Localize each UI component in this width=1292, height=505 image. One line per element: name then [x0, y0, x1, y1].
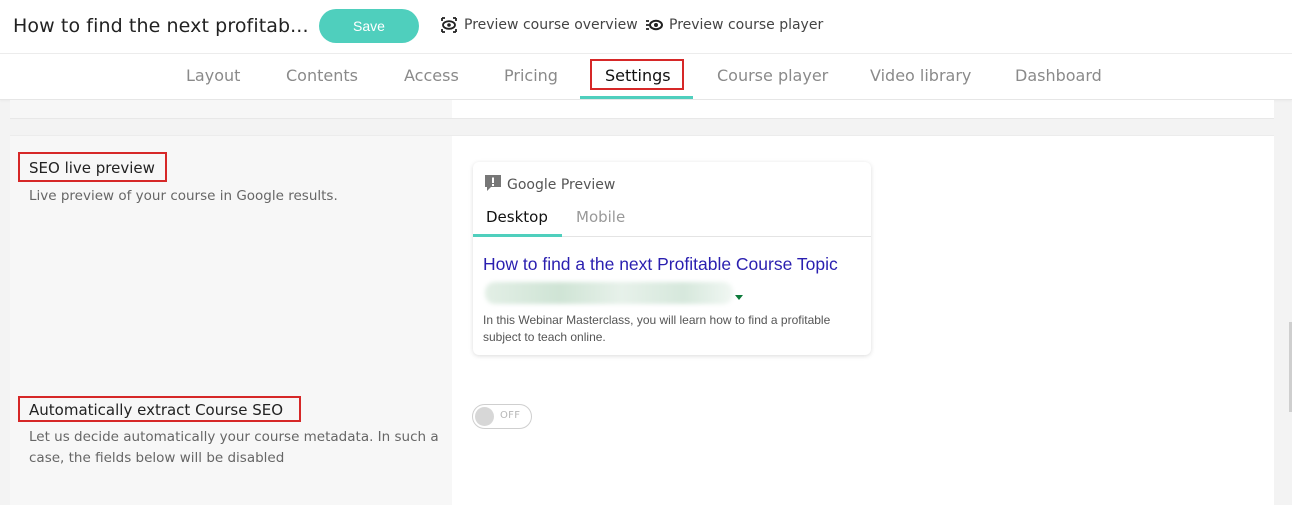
google-preview-active-tab-indicator [473, 234, 562, 237]
preview-course-overview-link[interactable]: Preview course overview [440, 17, 638, 33]
google-preview-tab-mobile[interactable]: Mobile [576, 208, 625, 226]
eye-preview-icon [440, 17, 458, 33]
tab-contents[interactable]: Contents [286, 66, 358, 85]
alert-comment-icon [484, 174, 502, 196]
tab-video-library[interactable]: Video library [870, 66, 971, 85]
top-bar: How to find the next profitab... Save Pr… [0, 0, 1292, 54]
auto-extract-title: Automatically extract Course SEO [29, 401, 284, 419]
seo-live-preview-description: Live preview of your course in Google re… [29, 188, 338, 204]
tab-access[interactable]: Access [404, 66, 459, 85]
google-result-title: How to find a the next Profitable Course… [483, 254, 838, 274]
google-preview-header: Google Preview [484, 174, 615, 196]
google-result-description: In this Webinar Masterclass, you will le… [483, 313, 831, 344]
tab-pricing[interactable]: Pricing [504, 66, 558, 85]
settings-tab-highlight [590, 59, 684, 90]
tab-layout[interactable]: Layout [186, 66, 240, 85]
previous-section-right [452, 100, 1274, 119]
seo-live-preview-title: SEO live preview [29, 159, 155, 177]
active-tab-indicator [580, 96, 693, 99]
auto-extract-toggle[interactable]: OFF [472, 404, 532, 429]
course-title: How to find the next profitab... [13, 15, 309, 37]
preview-course-overview-label: Preview course overview [464, 17, 638, 33]
save-button[interactable]: Save [319, 9, 419, 43]
google-preview-tab-desktop[interactable]: Desktop [486, 208, 548, 226]
player-preview-icon [645, 18, 663, 32]
toggle-state-label: OFF [500, 410, 521, 421]
tab-dashboard[interactable]: Dashboard [1015, 66, 1102, 85]
google-result-url-blurred [485, 282, 733, 304]
toggle-knob [475, 407, 494, 426]
google-preview-card: Google Preview Desktop Mobile How to fin… [473, 162, 871, 355]
preview-course-player-label: Preview course player [669, 17, 824, 33]
google-preview-label: Google Preview [507, 177, 616, 193]
tab-course-player[interactable]: Course player [717, 66, 828, 85]
preview-course-player-link[interactable]: Preview course player [645, 17, 823, 33]
auto-extract-description: Let us decide automatically your course … [29, 429, 439, 466]
caret-down-icon [735, 295, 743, 300]
